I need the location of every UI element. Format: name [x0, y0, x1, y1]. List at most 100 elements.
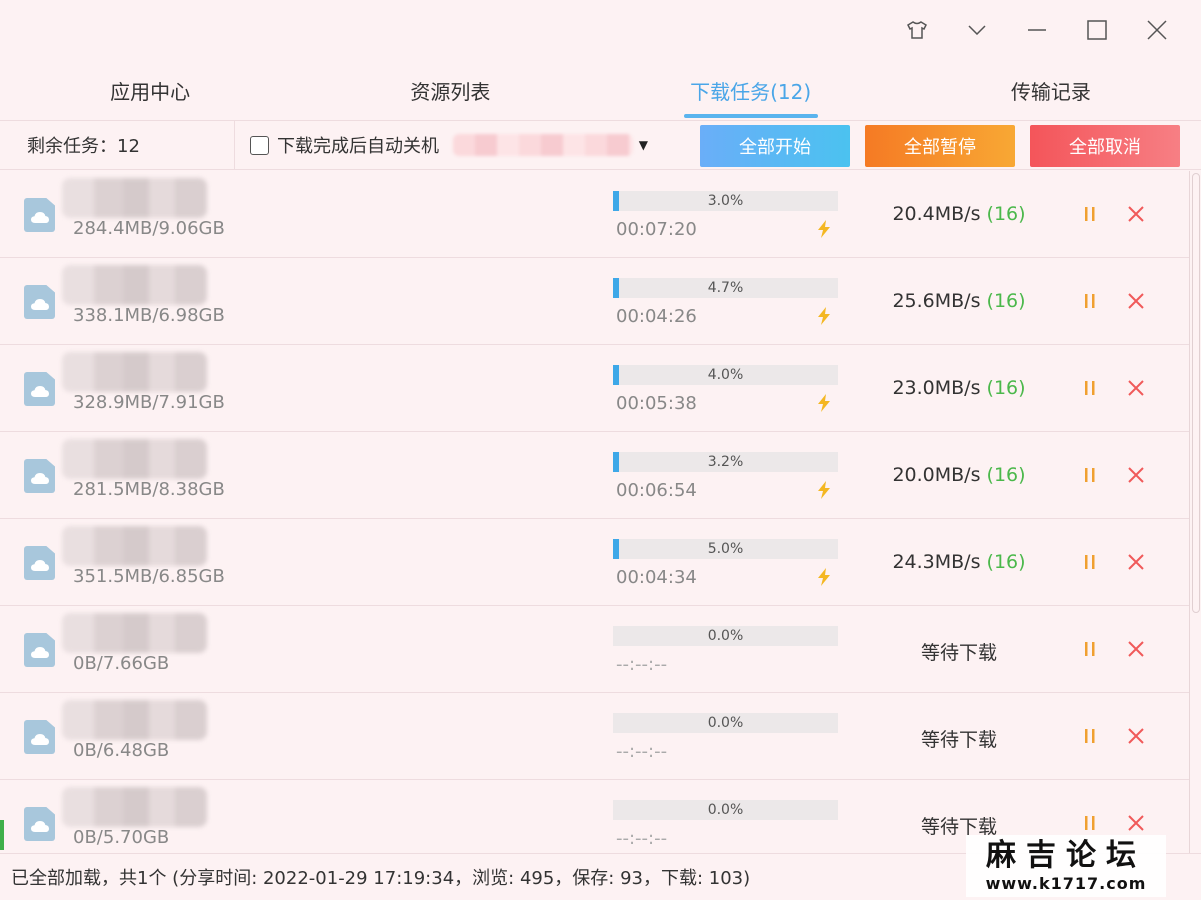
- bolt-icon: [818, 307, 830, 325]
- remaining-time: 00:04:34: [616, 567, 697, 588]
- auto-shutdown-checkbox[interactable]: [250, 135, 269, 155]
- pause-icon[interactable]: [1081, 814, 1099, 832]
- download-speed: 23.0MB/s (16): [860, 377, 1058, 399]
- cloud-file-icon: [24, 807, 55, 841]
- redacted-select-value: [453, 134, 633, 156]
- download-speed: 20.0MB/s (16): [860, 464, 1058, 486]
- progress-bar: 3.2%: [613, 452, 838, 472]
- list-scrollbar[interactable]: [1189, 171, 1201, 853]
- bolt-icon: [818, 220, 830, 238]
- progress-percent: 0.0%: [707, 715, 744, 731]
- tab-transfer-records[interactable]: 传输记录: [901, 60, 1201, 120]
- cloud-file-icon: [24, 285, 55, 319]
- remaining-tasks: 剩余任务：12: [0, 121, 235, 169]
- maximize-icon: [1087, 20, 1107, 40]
- file-size: 284.4MB/9.06GB: [73, 218, 225, 239]
- download-speed: 20.4MB/s (16): [860, 203, 1058, 225]
- minimize-button[interactable]: [1007, 0, 1067, 60]
- progress-bar: 0.0%: [613, 800, 838, 820]
- cancel-all-button[interactable]: 全部取消: [1030, 125, 1180, 167]
- title-bar: [0, 0, 1201, 60]
- remove-task-icon[interactable]: [1127, 205, 1145, 223]
- pause-icon[interactable]: [1081, 205, 1099, 223]
- progress-bar: 3.0%: [613, 191, 838, 211]
- redacted-file-name: [62, 352, 207, 392]
- remove-task-icon[interactable]: [1127, 292, 1145, 310]
- progress-bar: 0.0%: [613, 713, 838, 733]
- download-speed: 24.3MB/s (16): [860, 551, 1058, 573]
- remaining-time: --:--:--: [616, 654, 668, 675]
- scrollbar-thumb[interactable]: [1192, 173, 1200, 613]
- pause-icon[interactable]: [1081, 466, 1099, 484]
- remove-task-icon[interactable]: [1127, 466, 1145, 484]
- download-speed: 等待下载: [860, 638, 1058, 665]
- download-speed: 等待下载: [860, 725, 1058, 752]
- file-size: 0B/7.66GB: [73, 653, 170, 674]
- thread-count: (16): [986, 377, 1026, 399]
- file-size: 338.1MB/6.98GB: [73, 305, 225, 326]
- task-row[interactable]: 328.9MB/7.91GB 4.0% 00:05:38 23.0MB/s (1…: [0, 345, 1190, 432]
- shutdown-option-select[interactable]: ▼: [453, 130, 658, 160]
- thread-count: (16): [986, 551, 1026, 573]
- task-row[interactable]: 281.5MB/8.38GB 3.2% 00:06:54 20.0MB/s (1…: [0, 432, 1190, 519]
- progress-percent: 4.0%: [707, 367, 744, 383]
- file-size: 351.5MB/6.85GB: [73, 566, 225, 587]
- task-row[interactable]: 0B/7.66GB 0.0% --:--:-- 等待下载: [0, 606, 1190, 693]
- tshirt-icon: [907, 21, 927, 39]
- remove-task-icon[interactable]: [1127, 379, 1145, 397]
- auto-shutdown-label: 下载完成后自动关机: [277, 136, 439, 157]
- cloud-file-icon: [24, 459, 55, 493]
- watermark-url: www.k1717.com: [985, 874, 1147, 893]
- pause-icon[interactable]: [1081, 553, 1099, 571]
- file-size: 328.9MB/7.91GB: [73, 392, 225, 413]
- side-edge-marker: [0, 820, 4, 850]
- start-all-button[interactable]: 全部开始: [700, 125, 850, 167]
- close-window-button[interactable]: [1127, 0, 1187, 60]
- task-row[interactable]: 0B/6.48GB 0.0% --:--:-- 等待下载: [0, 693, 1190, 780]
- remove-task-icon[interactable]: [1127, 727, 1145, 745]
- remaining-time: --:--:--: [616, 828, 668, 849]
- pause-icon[interactable]: [1081, 292, 1099, 310]
- maximize-button[interactable]: [1067, 0, 1127, 60]
- cloud-file-icon: [24, 198, 55, 232]
- task-status: 等待下载: [920, 642, 997, 664]
- chevron-down-icon: [968, 25, 986, 35]
- progress-percent: 3.0%: [707, 193, 744, 209]
- pause-all-button[interactable]: 全部暂停: [865, 125, 1015, 167]
- tab-app-center[interactable]: 应用中心: [0, 60, 300, 120]
- task-row[interactable]: 284.4MB/9.06GB 3.0% 00:07:20 20.4MB/s (1…: [0, 171, 1190, 258]
- speed-value: 20.4MB/s: [892, 203, 981, 225]
- file-size: 0B/5.70GB: [73, 827, 170, 848]
- auto-shutdown-toggle[interactable]: 下载完成后自动关机: [250, 132, 439, 158]
- pause-icon[interactable]: [1081, 379, 1099, 397]
- redacted-file-name: [62, 700, 207, 740]
- redacted-file-name: [62, 178, 207, 218]
- close-icon: [1147, 20, 1167, 40]
- progress-bar: 0.0%: [613, 626, 838, 646]
- remaining-time: 00:05:38: [616, 393, 697, 414]
- tab-resource-list[interactable]: 资源列表: [300, 60, 600, 120]
- pause-icon[interactable]: [1081, 727, 1099, 745]
- pause-icon[interactable]: [1081, 640, 1099, 658]
- remove-task-icon[interactable]: [1127, 553, 1145, 571]
- progress-percent: 0.0%: [707, 628, 744, 644]
- thread-count: (16): [986, 290, 1026, 312]
- remove-task-icon[interactable]: [1127, 814, 1145, 832]
- progress-bar: 4.7%: [613, 278, 838, 298]
- task-row[interactable]: 351.5MB/6.85GB 5.0% 00:04:34 24.3MB/s (1…: [0, 519, 1190, 606]
- remaining-time: 00:07:20: [616, 219, 697, 240]
- task-row[interactable]: 338.1MB/6.98GB 4.7% 00:04:26 25.6MB/s (1…: [0, 258, 1190, 345]
- watermark-title: 麻吉论坛: [986, 838, 1146, 873]
- dropdown-caret-icon: ▼: [638, 138, 648, 152]
- remove-task-icon[interactable]: [1127, 640, 1145, 658]
- menu-button[interactable]: [947, 0, 1007, 60]
- file-size: 281.5MB/8.38GB: [73, 479, 225, 500]
- progress-percent: 5.0%: [707, 541, 744, 557]
- progress-percent: 4.7%: [707, 280, 744, 296]
- tab-download-tasks[interactable]: 下载任务(12): [601, 60, 901, 120]
- thread-count: (16): [986, 464, 1026, 486]
- main-tabs: 应用中心 资源列表 下载任务(12) 传输记录: [0, 60, 1201, 120]
- task-status: 等待下载: [920, 729, 997, 751]
- remaining-time: 00:06:54: [616, 480, 697, 501]
- skin-button[interactable]: [887, 0, 947, 60]
